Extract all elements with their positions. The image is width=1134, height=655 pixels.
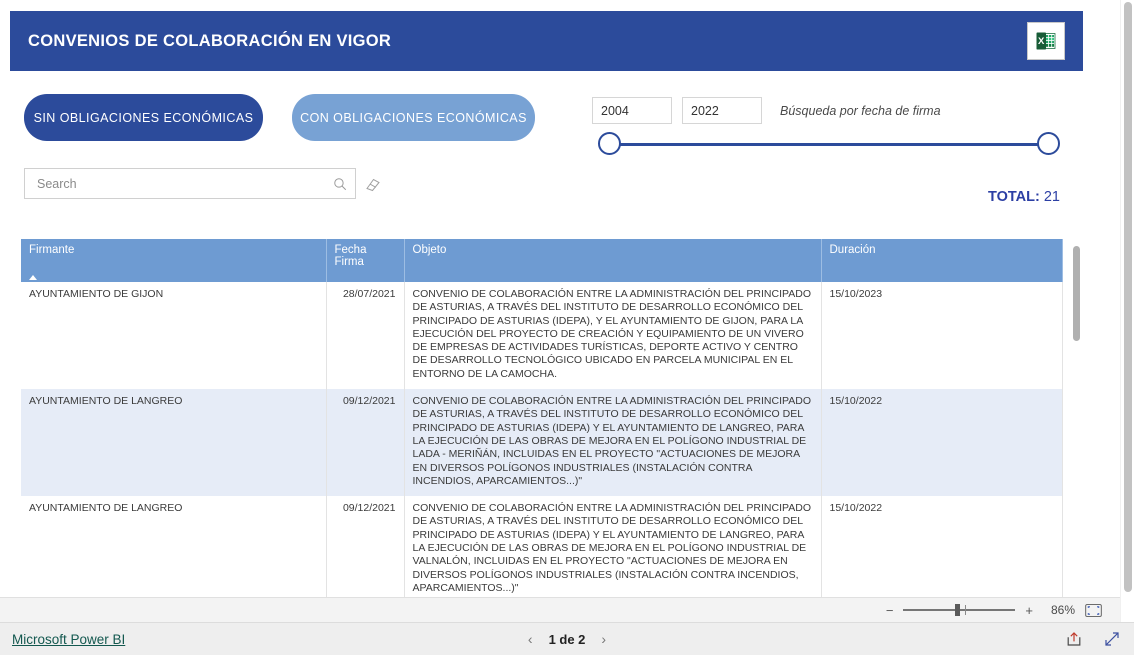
slicer-input-row: 2004 2022 Búsqueda por fecha de firma xyxy=(592,97,1062,124)
search-icon[interactable] xyxy=(333,177,347,191)
next-page-button[interactable]: › xyxy=(601,631,606,647)
cell-objeto: CONVENIO DE COLABORACIÓN ENTRE LA ADMINI… xyxy=(404,496,822,597)
report-header: CONVENIOS DE COLABORACIÓN EN VIGOR X xyxy=(10,11,1083,71)
clear-search-button[interactable] xyxy=(364,175,382,193)
column-header-duracion-label: Duración xyxy=(829,244,876,256)
table-row[interactable]: AYUNTAMIENTO DE LANGREO 09/12/2021 CONVE… xyxy=(21,496,1063,597)
table-row[interactable]: AYUNTAMIENTO DE LANGREO 09/12/2021 CONVE… xyxy=(21,389,1063,497)
zoom-slider-tick xyxy=(965,605,967,615)
cell-fecha-firma: 09/12/2021 xyxy=(326,496,405,597)
slicer-track-area[interactable] xyxy=(596,132,1060,158)
column-header-firmante-label: Firmante xyxy=(29,244,75,256)
slicer-handle-left[interactable] xyxy=(598,132,621,155)
slicer-label: Búsqueda por fecha de firma xyxy=(780,103,941,118)
table-scrollbar-thumb[interactable] xyxy=(1073,246,1080,341)
page-title: CONVENIOS DE COLABORACIÓN EN VIGOR xyxy=(28,31,392,50)
filter-button-sin-obligaciones[interactable]: SIN OBLIGACIONES ECONÓMICAS xyxy=(24,94,263,141)
footer-actions xyxy=(1066,631,1120,647)
column-header-fecha-firma-label: Fecha Firma xyxy=(334,244,367,268)
slicer-start-year-input[interactable]: 2004 xyxy=(592,97,672,124)
column-header-firmante[interactable]: Firmante xyxy=(21,239,327,282)
page-scrollbar[interactable] xyxy=(1120,0,1134,622)
excel-export-button[interactable]: X xyxy=(1027,22,1065,60)
powerbi-report-page: CONVENIOS DE COLABORACIÓN EN VIGOR X SIN… xyxy=(0,0,1134,655)
cell-firmante: AYUNTAMIENTO DE LANGREO xyxy=(21,389,327,497)
zoom-out-button[interactable]: − xyxy=(886,604,894,617)
table-grid: Firmante Fecha Firma Objeto Duración AYU… xyxy=(21,239,1063,597)
slicer-track xyxy=(610,143,1044,146)
cell-firmante: AYUNTAMIENTO DE LANGREO xyxy=(21,496,327,597)
slicer-handle-right[interactable] xyxy=(1037,132,1060,155)
column-header-duracion[interactable]: Duración xyxy=(821,239,1063,282)
cell-firmante: AYUNTAMIENTO DE GIJON xyxy=(21,282,327,390)
zoom-slider[interactable] xyxy=(903,604,1016,616)
page-indicator: 1 de 2 xyxy=(548,631,586,647)
total-counter: TOTAL: 21 xyxy=(988,189,1060,205)
fit-to-page-icon[interactable] xyxy=(1085,603,1102,617)
zoom-slider-thumb[interactable] xyxy=(955,604,961,616)
share-icon[interactable] xyxy=(1066,631,1082,647)
filter-button-con-label: CON OBLIGACIONES ECONÓMICAS xyxy=(300,110,527,125)
cell-objeto: CONVENIO DE COLABORACIÓN ENTRE LA ADMINI… xyxy=(404,389,822,497)
excel-icon: X xyxy=(1036,32,1056,50)
page-scrollbar-thumb[interactable] xyxy=(1124,2,1132,592)
total-value: 21 xyxy=(1043,189,1060,205)
eraser-icon xyxy=(366,178,380,192)
report-footer: Microsoft Power BI ‹ 1 de 2 › xyxy=(0,622,1134,655)
sort-ascending-icon xyxy=(29,275,37,280)
previous-page-button[interactable]: ‹ xyxy=(528,631,533,647)
report-canvas: CONVENIOS DE COLABORACIÓN EN VIGOR X SIN… xyxy=(0,0,1120,597)
date-range-slicer: 2004 2022 Búsqueda por fecha de firma xyxy=(592,97,1062,157)
column-header-fecha-firma[interactable]: Fecha Firma xyxy=(326,239,405,282)
cell-duracion: 15/10/2022 xyxy=(821,389,1063,497)
cell-fecha-firma: 28/07/2021 xyxy=(326,282,405,390)
svg-text:X: X xyxy=(1038,36,1045,47)
search-input[interactable] xyxy=(35,175,333,192)
table-scrollbar[interactable] xyxy=(1073,246,1080,596)
cell-duracion: 15/10/2023 xyxy=(821,282,1063,390)
slicer-end-year-input[interactable]: 2022 xyxy=(682,97,762,124)
column-header-objeto-label: Objeto xyxy=(412,244,447,256)
filter-button-sin-label: SIN OBLIGACIONES ECONÓMICAS xyxy=(33,110,254,125)
cell-duracion: 15/10/2022 xyxy=(821,496,1063,597)
zoom-in-button[interactable]: + xyxy=(1025,604,1033,617)
zoom-level-label: 86% xyxy=(1050,603,1075,617)
convenios-table: Firmante Fecha Firma Objeto Duración AYU… xyxy=(21,239,1081,597)
page-navigation: ‹ 1 de 2 › xyxy=(0,631,1134,647)
cell-objeto: CONVENIO DE COLABORACIÓN ENTRE LA ADMINI… xyxy=(404,282,822,390)
search-box[interactable] xyxy=(24,168,356,199)
column-header-objeto[interactable]: Objeto xyxy=(404,239,822,282)
filter-button-con-obligaciones[interactable]: CON OBLIGACIONES ECONÓMICAS xyxy=(292,94,535,141)
table-row[interactable]: AYUNTAMIENTO DE GIJON 28/07/2021 CONVENI… xyxy=(21,282,1063,390)
cell-fecha-firma: 09/12/2021 xyxy=(326,389,405,497)
table-header-row: Firmante Fecha Firma Objeto Duración xyxy=(21,239,1063,282)
zoom-status-bar: − + 86% xyxy=(0,597,1120,622)
total-label: TOTAL: xyxy=(988,189,1040,205)
fullscreen-icon[interactable] xyxy=(1104,631,1120,647)
